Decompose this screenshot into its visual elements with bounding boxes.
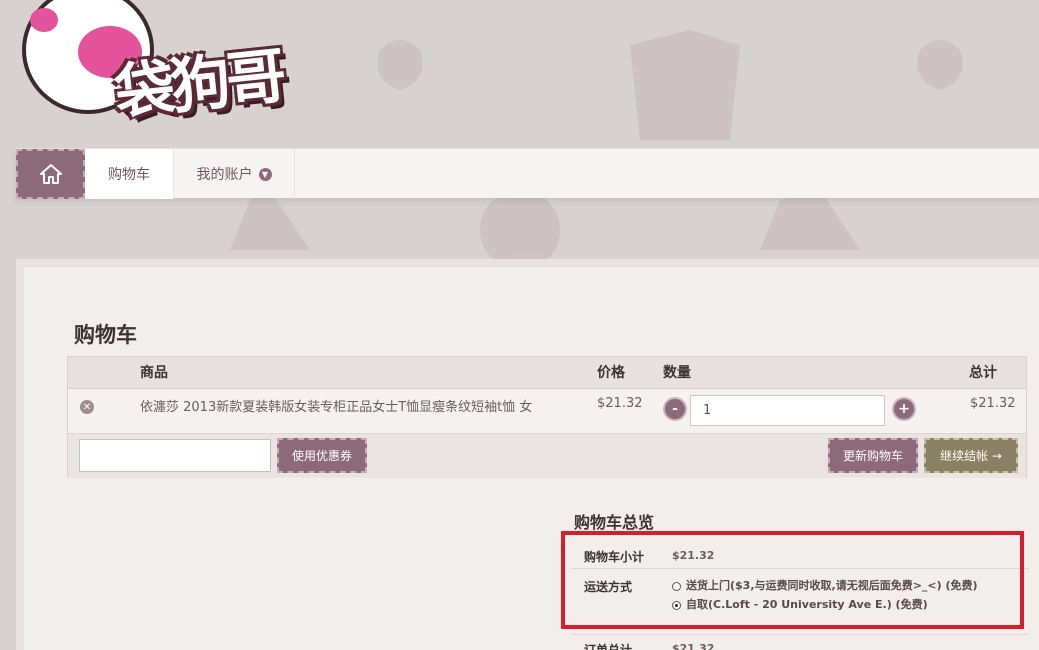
column-product: 商品 xyxy=(140,365,168,381)
order-total-label: 订单总计 xyxy=(584,643,633,650)
cart-totals-title: 购物车总览 xyxy=(574,513,655,532)
table-header: 商品 价格 数量 总计 xyxy=(68,357,1026,389)
column-total: 总计 xyxy=(969,365,997,381)
home-icon xyxy=(39,164,62,184)
home-button[interactable] xyxy=(16,149,85,199)
chevron-down-icon: ▼ xyxy=(258,167,272,181)
order-total-value: $21.32 xyxy=(672,642,715,650)
table-row: ✕ 依瀍莎 2013新款夏装韩版女装专柜正品女士T恤显瘦条纹短袖t恤 女 $21… xyxy=(68,389,1026,434)
site-logo[interactable]: 袋狗哥 xyxy=(18,0,318,130)
main-nav: 购物车 我的账户 ▼ xyxy=(16,148,1039,199)
update-cart-button[interactable]: 更新购物车 xyxy=(828,438,918,473)
quantity-input[interactable] xyxy=(690,395,885,426)
tab-cart-label: 购物车 xyxy=(108,167,150,183)
increment-button[interactable]: + xyxy=(892,397,916,421)
column-price: 价格 xyxy=(597,365,625,381)
decrement-button[interactable]: - xyxy=(663,397,687,421)
tab-cart[interactable]: 购物车 xyxy=(85,149,173,199)
product-price: $21.32 xyxy=(597,396,643,411)
tab-account-label: 我的账户 xyxy=(196,167,253,183)
highlight-box xyxy=(561,531,1024,629)
remove-item-icon[interactable]: ✕ xyxy=(80,400,94,414)
product-name[interactable]: 依瀍莎 2013新款夏装韩版女装专柜正品女士T恤显瘦条纹短袖t恤 女 xyxy=(140,396,532,415)
cart-table: 商品 价格 数量 总计 ✕ 依瀍莎 2013新款夏装韩版女装专柜正品女士T恤显瘦… xyxy=(67,356,1027,478)
cart-actions: 使用优惠券 更新购物车 继续结帐 → xyxy=(68,434,1026,478)
order-total-row: 订单总计 $21.32 xyxy=(571,635,1029,650)
product-total: $21.32 xyxy=(970,396,1016,411)
tab-my-account[interactable]: 我的账户 ▼ xyxy=(173,149,295,199)
checkout-button[interactable]: 继续结帐 → xyxy=(924,438,1018,473)
page-title: 购物车 xyxy=(74,323,137,347)
logo-text: 袋狗哥 xyxy=(111,41,286,129)
column-quantity: 数量 xyxy=(663,365,691,381)
coupon-input[interactable] xyxy=(79,439,271,472)
apply-coupon-button[interactable]: 使用优惠券 xyxy=(277,438,367,473)
